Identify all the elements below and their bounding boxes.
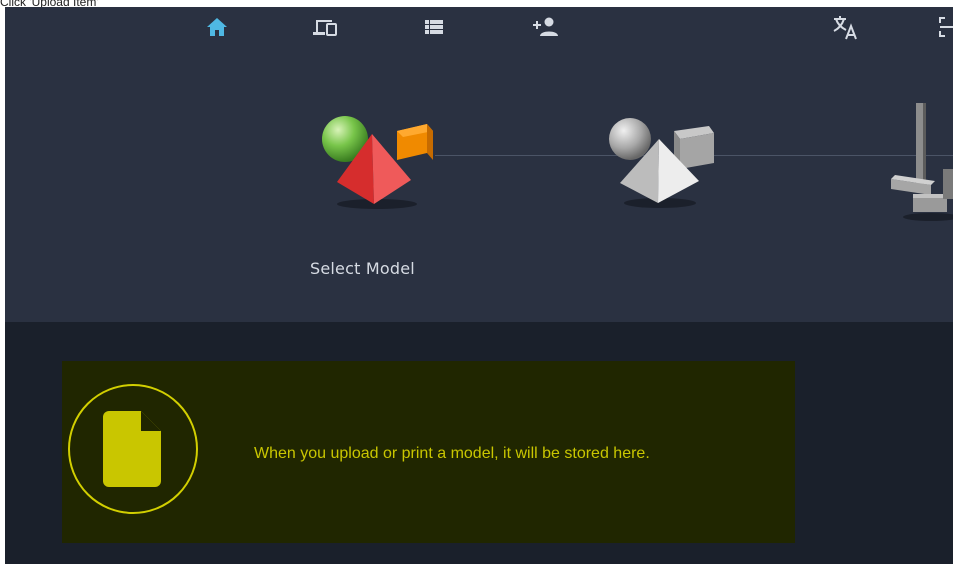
devices-icon [313,20,337,36]
empty-models-panel: When you upload or print a model, it wil… [62,361,795,543]
gray-shapes-icon [609,118,714,208]
step-select-model[interactable] [315,104,450,219]
printer-parts-icon [891,103,953,221]
header: Select Model [5,7,953,322]
model-library: When you upload or print a model, it wil… [5,322,953,564]
file-icon [103,411,161,487]
top-navigation [5,7,953,51]
app-window: Select Model When you upload or print a … [5,7,953,564]
nav-add-user-button[interactable] [526,7,566,47]
scan-icon [939,17,953,37]
list-icon [425,20,443,34]
add-user-icon [533,17,558,36]
step-print[interactable] [883,99,953,234]
nav-devices-button[interactable] [305,7,345,47]
step-configure[interactable] [602,111,727,216]
translate-icon [833,16,857,40]
colored-shapes-icon [322,116,433,209]
nav-home-button[interactable] [197,7,237,47]
upload-item-button[interactable] [68,384,198,514]
nav-list-button[interactable] [414,7,454,47]
empty-state-message: When you upload or print a model, it wil… [254,445,650,462]
nav-scan-button[interactable] [929,7,953,47]
home-icon [207,18,227,36]
nav-translate-button[interactable] [826,7,866,47]
step-label-select-model: Select Model [310,259,415,278]
